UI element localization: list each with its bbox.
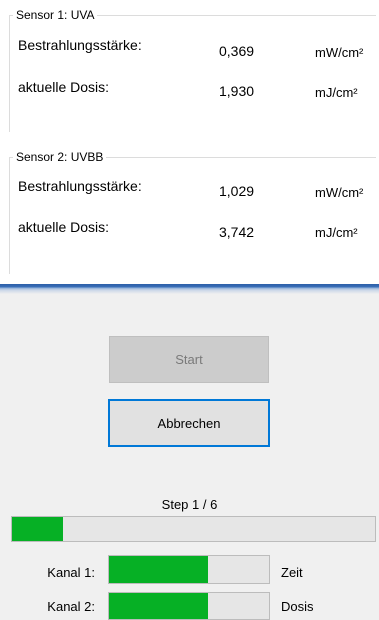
sensor-2-title: Sensor 2: UVBB [13, 150, 107, 165]
sensor-2-dose-label: aktuelle Dosis: [18, 219, 110, 235]
sensor-2-irradiance-label: Bestrahlungsstärke: [18, 178, 142, 194]
sensor-1-dose-value: 1,930 [219, 83, 255, 99]
sensor-1-dose-unit: mJ/cm² [315, 85, 358, 100]
channel-1-label: Kanal 1: [47, 565, 95, 580]
sensor-2-dose-unit: mJ/cm² [315, 225, 358, 240]
sensor-1-dose-label: aktuelle Dosis: [18, 79, 110, 95]
sensor-1-group: Sensor 1: UVA Bestrahlungsstärke: 0,369 … [9, 8, 376, 132]
sensor-2-group: Sensor 2: UVBB Bestrahlungsstärke: 1,029… [9, 150, 376, 274]
channel-1-type-label: Zeit [281, 565, 303, 580]
step-progress-fill [12, 517, 63, 541]
channel-1-progress-bar [108, 555, 270, 584]
sensor-2-irradiance-unit: mW/cm² [315, 185, 364, 200]
step-progress-bar [11, 516, 376, 542]
sensor-panel: Sensor 1: UVA Bestrahlungsstärke: 0,369 … [0, 0, 379, 284]
panel-separator[interactable] [0, 284, 379, 294]
step-label: Step 1 / 6 [161, 497, 218, 512]
channel-2-progress-bar [108, 592, 270, 620]
sensor-1-irradiance-unit: mW/cm² [315, 45, 364, 60]
start-button[interactable]: Start [109, 336, 269, 383]
channel-2-progress-fill [109, 593, 209, 619]
sensor-1-irradiance-value: 0,369 [219, 43, 255, 59]
sensor-2-irradiance-value: 1,029 [219, 183, 255, 199]
sensor-2-dose-value: 3,742 [219, 224, 255, 240]
sensor-1-irradiance-label: Bestrahlungsstärke: [18, 37, 142, 53]
sensor-1-title: Sensor 1: UVA [13, 8, 98, 23]
channel-2-label: Kanal 2: [47, 599, 95, 614]
cancel-button[interactable]: Abbrechen [108, 399, 270, 447]
channel-2-type-label: Dosis [281, 599, 314, 614]
channel-1-progress-fill [109, 556, 209, 583]
